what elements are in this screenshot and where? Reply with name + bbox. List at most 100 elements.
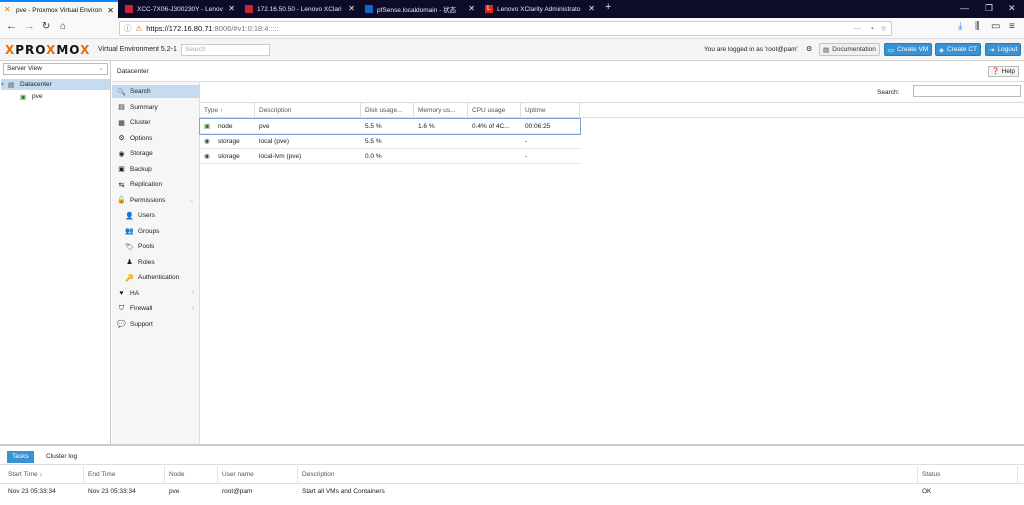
browser-tab-xcc2[interactable]: 172.16.50.50 - Lenovo XClari ✕	[241, 0, 359, 18]
menu-item-cluster[interactable]: ▦ Cluster	[112, 116, 200, 129]
menu-item-permissions[interactable]: 🔓 Permissions ⌄	[112, 194, 200, 207]
desktop-icon: ▭	[888, 46, 895, 54]
expand-icon: ›	[192, 305, 194, 312]
menu-item-backup[interactable]: ▣ Backup	[112, 163, 200, 176]
documentation-button[interactable]: ▤ Documentation	[819, 43, 880, 56]
close-tab-icon[interactable]: ✕	[348, 4, 355, 13]
pocket-icon[interactable]: ◔	[869, 24, 874, 33]
table-row[interactable]: ▣ node pve 5.5 % 1.6 % 0.4% of 4C... 00:06:25	[199, 118, 581, 135]
cell-text: 1.6 %	[418, 123, 435, 130]
view-selector[interactable]: Server View ⌄	[3, 63, 108, 75]
col-uptime[interactable]: Uptime	[521, 103, 580, 118]
proxmox-logo: XPROXMOX	[5, 43, 91, 57]
menu-item-label: Pools	[138, 243, 155, 250]
tree-item-pve[interactable]: ▣ pve	[1, 91, 110, 102]
restore-button[interactable]: ❐	[985, 3, 993, 14]
browser-tab-lenovo[interactable]: L Lenovo XClarity Administrato ✕	[481, 0, 599, 18]
reload-icon[interactable]: ↻	[42, 21, 50, 32]
menu-item-pools[interactable]: 🏷 Pools	[112, 240, 200, 253]
forward-icon[interactable]: →	[24, 20, 35, 32]
create-vm-button[interactable]: ▭ Create VM	[884, 43, 933, 56]
col-node[interactable]: Node	[165, 466, 218, 484]
menu-item-summary[interactable]: ▤ Summary	[112, 101, 200, 114]
close-window-button[interactable]: ✕	[1008, 3, 1016, 14]
search-input[interactable]: Search	[181, 44, 270, 56]
search-icon: 🔍	[117, 88, 126, 96]
sidebar-icon[interactable]: ▭	[991, 21, 1000, 32]
menu-item-options[interactable]: ⚙ Options	[112, 132, 200, 145]
browser-tab-pfsense[interactable]: pfSense.localdomain - 状态 ✕	[361, 0, 479, 18]
collapse-icon[interactable]: ▾	[1, 81, 8, 88]
tab-cluster-log[interactable]: Cluster log	[41, 451, 82, 463]
task-tabs: Tasks Cluster log	[0, 448, 1024, 465]
cell-text: pve	[259, 123, 270, 130]
col-description[interactable]: Description	[255, 103, 361, 118]
menu-item-search[interactable]: 🔍 Search	[112, 85, 200, 98]
col-type[interactable]: Type ↑	[200, 103, 255, 118]
col-end-time[interactable]: End Time	[84, 466, 165, 484]
url-bar[interactable]: ⓘ ⚠ https://172.16.80.71:8006/#v1:0:18:4…	[119, 21, 892, 36]
task-start: Nov 23 05:33:34	[8, 488, 56, 495]
grid-search-input[interactable]	[913, 85, 1021, 97]
close-tab-icon[interactable]: ✕	[468, 4, 475, 13]
close-tab-icon[interactable]: ✕	[107, 6, 114, 15]
menu-item-label: Replication	[130, 181, 163, 188]
col-cpu[interactable]: CPU usage	[468, 103, 521, 118]
menu-item-storage[interactable]: ◉ Storage	[112, 147, 200, 160]
col-start-time[interactable]: Start Time ↓	[4, 466, 84, 484]
tree-item-datacenter[interactable]: ▾ ▤ Datacenter	[1, 79, 110, 90]
info-icon[interactable]: ⓘ	[124, 23, 132, 34]
col-memory[interactable]: Memory us...	[414, 103, 468, 118]
content-panel: Datacenter ❓ Help 🔍 Search ▤ Summary ▦ Cluster…	[112, 61, 1024, 444]
new-tab-button[interactable]: +	[605, 1, 611, 13]
close-tab-icon[interactable]: ✕	[228, 4, 235, 13]
cell-text: node	[218, 123, 233, 130]
menu-item-authentication[interactable]: 🔑 Authentication	[112, 271, 200, 284]
home-icon[interactable]: ⌂	[60, 21, 66, 32]
bookmark-star-icon[interactable]: ☆	[880, 24, 887, 33]
proxmox-icon: ✕	[4, 5, 11, 14]
menu-item-roles[interactable]: ♟ Roles	[112, 256, 200, 269]
question-icon: ❓	[991, 68, 1000, 75]
database-icon: ◉	[118, 150, 125, 158]
menu-item-label: Users	[138, 212, 155, 219]
xcc-icon	[245, 5, 253, 13]
cell-text: 0.4% of 4C...	[472, 123, 510, 130]
back-icon[interactable]: ←	[6, 20, 17, 32]
menu-item-firewall[interactable]: ⛉ Firewall ›	[112, 302, 200, 315]
browser-tab-proxmox[interactable]: ✕ pve - Proxmox Virtual Environ ✕	[0, 0, 118, 18]
menu-icon[interactable]: ≡	[1009, 21, 1015, 32]
browser-tab-xcc1[interactable]: XCC-7X06-J300230Y - Lenov ✕	[121, 0, 239, 18]
tab-tasks[interactable]: Tasks	[7, 451, 34, 463]
cell-text: 00:06:25	[525, 123, 551, 130]
col-status[interactable]: Status	[918, 466, 1018, 484]
create-ct-button[interactable]: ◈ Create CT	[935, 43, 981, 56]
menu-item-support[interactable]: 💬 Support	[112, 318, 200, 331]
male-icon: ♟	[126, 259, 133, 266]
menu-item-label: Groups	[138, 227, 160, 235]
help-button[interactable]: ❓ Help	[987, 66, 1019, 77]
col-user[interactable]: User name	[218, 466, 298, 484]
logout-button[interactable]: ⇥ Logout	[985, 43, 1022, 56]
close-tab-icon[interactable]: ✕	[588, 4, 595, 13]
cell-text: 5.5 %	[365, 123, 382, 130]
library-icon[interactable]: ⫼	[975, 21, 980, 32]
pve-header: XPROXMOX Virtual Environment 5.2-1 Searc…	[0, 39, 1024, 61]
download-icon[interactable]: ⤓	[958, 21, 962, 32]
col-disk[interactable]: Disk usage...	[361, 103, 414, 118]
menu-item-replication[interactable]: ⇆ Replication	[112, 178, 200, 191]
more-icon[interactable]: ⋯	[854, 24, 862, 33]
table-row[interactable]: ◉ storage local (pve) 5.5 % -	[200, 134, 580, 149]
task-description: Start all VMs and Containers	[302, 488, 385, 495]
menu-item-ha[interactable]: ♥ HA ›	[112, 287, 200, 300]
cell-text: storage	[218, 138, 240, 145]
minimize-button[interactable]: —	[960, 3, 969, 13]
col-description[interactable]: Description	[298, 466, 918, 484]
url-path: :8006/#v1:0:18:4:::::	[212, 24, 279, 33]
table-row[interactable]: ◉ storage local-lvm (pve) 0.0 % -	[200, 149, 580, 164]
menu-item-users[interactable]: 👤 Users	[112, 209, 200, 222]
logged-in-label: You are logged in as 'root@pam'	[704, 46, 798, 53]
gear-icon[interactable]: ⚙	[806, 45, 812, 53]
cell-type: ▣ node	[200, 119, 255, 134]
menu-item-groups[interactable]: 👥 Groups	[112, 225, 200, 238]
